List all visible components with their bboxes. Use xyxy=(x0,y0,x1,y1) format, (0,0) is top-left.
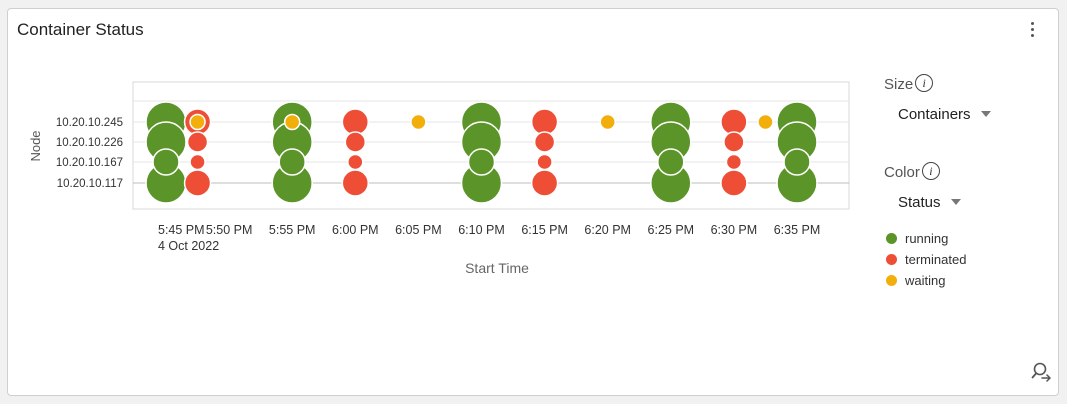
y-tick-label: 10.20.10.117 xyxy=(57,178,123,190)
bubble-running[interactable] xyxy=(467,148,496,176)
bubble-terminated[interactable] xyxy=(341,108,370,136)
legend-item-waiting[interactable]: waiting xyxy=(886,270,966,291)
bubble-terminated[interactable] xyxy=(189,153,206,171)
legend: running terminated waiting xyxy=(886,228,966,291)
x-tick-label: 6:20 PM xyxy=(584,223,631,237)
bubble-waiting[interactable] xyxy=(283,113,301,131)
bubble-terminated[interactable] xyxy=(186,131,209,153)
x-tick-label: 6:10 PM xyxy=(458,223,505,237)
bubble-terminated[interactable] xyxy=(344,131,367,153)
bubble-terminated[interactable] xyxy=(533,131,556,153)
x-tick-label: 5:55 PM xyxy=(269,223,316,237)
color-dropdown-value: Status xyxy=(898,194,941,211)
bubble-terminated[interactable] xyxy=(183,169,212,197)
size-dropdown[interactable]: Containers xyxy=(898,106,991,123)
bubble-terminated[interactable] xyxy=(530,108,559,136)
bubble-terminated[interactable] xyxy=(341,169,370,197)
y-tick-label: 10.20.10.226 xyxy=(56,137,123,149)
bubble-terminated[interactable] xyxy=(720,169,748,197)
size-control-label: Size i xyxy=(884,74,934,93)
x-tick-label: 6:30 PM xyxy=(711,223,758,237)
x-tick-label: 6:35 PM xyxy=(774,223,821,237)
legend-item-running[interactable]: running xyxy=(886,228,966,249)
bubble-terminated[interactable] xyxy=(536,153,553,171)
bubble-running[interactable] xyxy=(152,148,180,176)
x-tick-label: 6:25 PM xyxy=(648,223,695,237)
bubble-terminated[interactable] xyxy=(530,169,559,197)
more-options-icon[interactable] xyxy=(1026,22,1038,40)
size-info-icon[interactable]: i xyxy=(915,74,934,92)
color-control-label: Color i xyxy=(884,162,940,181)
bubble-running[interactable] xyxy=(657,148,685,176)
x-tick-label: 6:05 PM xyxy=(395,223,442,237)
x-axis-label: Start Time xyxy=(465,260,529,276)
bubble-running[interactable] xyxy=(278,148,306,176)
bubble-waiting[interactable] xyxy=(410,113,427,131)
bubble-running[interactable] xyxy=(783,148,811,176)
bubble-waiting[interactable] xyxy=(757,113,774,131)
size-dropdown-value: Containers xyxy=(898,106,971,123)
color-info-icon[interactable]: i xyxy=(921,162,940,180)
bubble-waiting[interactable] xyxy=(189,113,206,131)
x-tick-label: 6:15 PM xyxy=(521,223,568,237)
legend-label: terminated xyxy=(905,252,967,267)
legend-swatch-running xyxy=(886,233,897,244)
bubble-terminated[interactable] xyxy=(723,131,745,153)
legend-label: waiting xyxy=(905,273,946,288)
bubble-terminated[interactable] xyxy=(720,108,748,136)
y-axis-label: Node xyxy=(28,130,43,161)
chevron-down-icon xyxy=(980,111,991,117)
bubble-chart: 10.20.10.245 10.20.10.226 10.20.10.167 10.2… xyxy=(28,81,850,276)
y-tick-label: 10.20.10.167 xyxy=(56,157,123,169)
y-tick-label: 10.20.10.245 xyxy=(56,117,123,129)
zoom-reset-icon[interactable] xyxy=(1031,361,1053,383)
bubble-terminated[interactable] xyxy=(725,153,743,171)
x-tick-label: 5:45 PM xyxy=(158,223,205,237)
chevron-down-icon xyxy=(950,199,961,205)
x-date-label: 4 Oct 2022 xyxy=(158,239,219,253)
legend-item-terminated[interactable]: terminated xyxy=(886,249,966,270)
x-tick-label: 6:00 PM xyxy=(332,223,379,237)
bubble-terminated[interactable] xyxy=(347,153,364,171)
bubble-waiting[interactable] xyxy=(599,113,616,131)
legend-swatch-terminated xyxy=(886,254,897,265)
color-dropdown[interactable]: Status xyxy=(898,194,961,211)
legend-label: running xyxy=(905,231,949,246)
x-tick-label: 5:50 PM xyxy=(206,223,253,237)
legend-swatch-waiting xyxy=(886,275,897,286)
